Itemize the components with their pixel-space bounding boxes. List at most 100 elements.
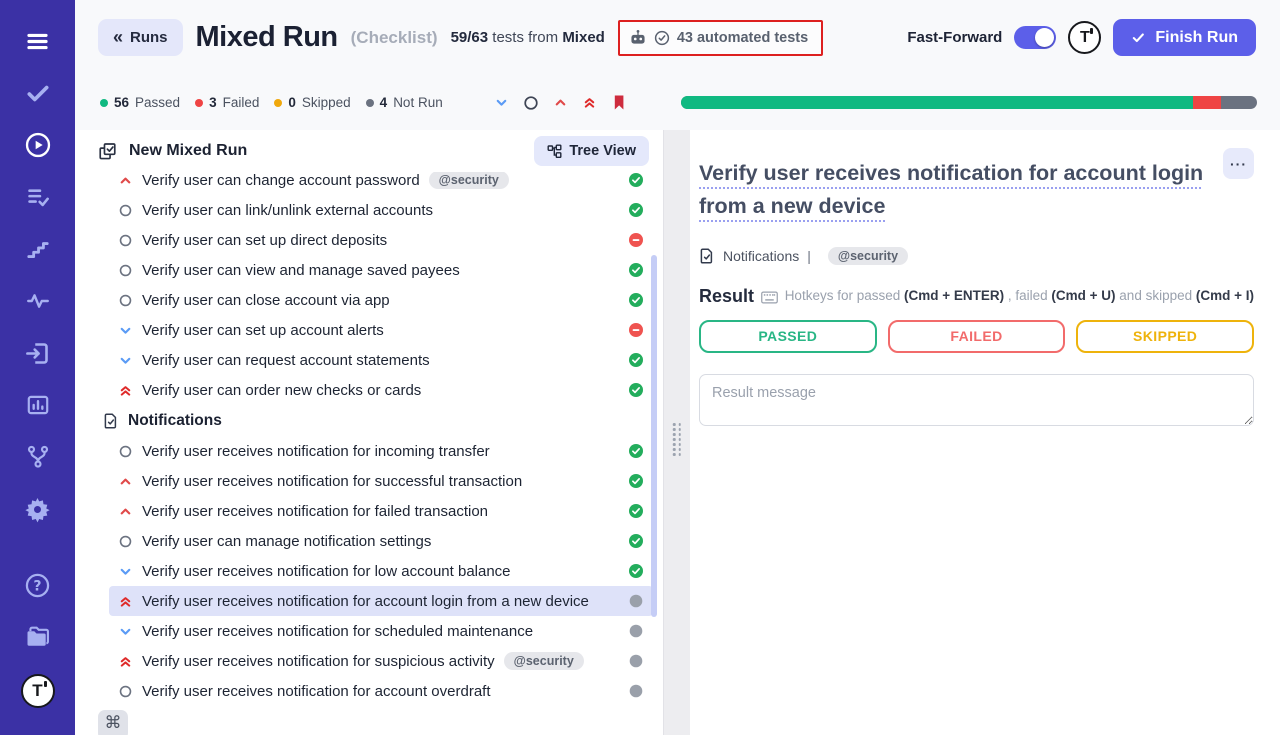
breadcrumb-separator: | xyxy=(807,248,811,264)
test-row[interactable]: Verify user receives notification for su… xyxy=(109,466,653,496)
test-row[interactable]: Verify user receives notification for in… xyxy=(109,436,653,466)
normal-priority-icon xyxy=(118,293,133,308)
import-icon[interactable] xyxy=(23,338,53,368)
normal-priority-icon xyxy=(118,684,133,699)
test-row[interactable]: Verify user can manage notification sett… xyxy=(109,526,653,556)
status-notrun-icon xyxy=(620,653,644,669)
test-row[interactable]: Verify user can view and manage saved pa… xyxy=(109,255,653,285)
app-window: ? T « Runs Mixed Run (Checklist) 59/63 t… xyxy=(0,0,1280,735)
test-row[interactable]: Verify user receives notification for su… xyxy=(109,646,653,676)
fast-forward-toggle[interactable] xyxy=(1014,26,1056,49)
hotkeys-text: Hotkeys for passed (Cmd + ENTER) , faile… xyxy=(785,288,1254,303)
high-priority-icon xyxy=(118,504,133,519)
document-check-icon xyxy=(699,248,715,264)
test-row[interactable]: Verify user receives notification for ac… xyxy=(109,586,653,616)
tree-icon xyxy=(547,144,562,159)
result-message-wrap xyxy=(699,374,1254,431)
menu-icon[interactable] xyxy=(23,26,53,56)
section-row[interactable]: Notifications xyxy=(103,405,663,436)
automated-check-icon xyxy=(654,30,670,46)
test-row[interactable]: Verify user receives notification for fa… xyxy=(109,496,653,526)
bookmark-icon[interactable] xyxy=(611,94,627,111)
steps-icon[interactable] xyxy=(23,234,53,264)
stat-failed: 3Failed xyxy=(195,95,259,110)
back-to-runs-button[interactable]: « Runs xyxy=(98,19,183,56)
test-title: Verify user receives notification for ac… xyxy=(699,157,1223,223)
test-row-title: Verify user can set up direct deposits xyxy=(142,232,387,249)
high-priority-icon xyxy=(118,474,133,489)
double-chevron-up-icon[interactable] xyxy=(582,95,597,110)
test-row[interactable]: Verify user can set up account alerts xyxy=(109,315,653,345)
skipped-button[interactable]: SKIPPED xyxy=(1076,320,1254,353)
list-scrollbar[interactable] xyxy=(651,255,657,617)
failed-button[interactable]: FAILED xyxy=(888,320,1066,353)
logo-icon[interactable]: T xyxy=(21,674,55,708)
result-message-input[interactable] xyxy=(699,374,1254,426)
test-row-title: Verify user receives notification for su… xyxy=(142,473,522,490)
sidebar: ? T xyxy=(0,0,75,735)
finish-run-button[interactable]: Finish Run xyxy=(1113,19,1256,56)
tests-count: 59/63 xyxy=(451,29,489,46)
breadcrumb-section[interactable]: Notifications xyxy=(723,248,799,264)
test-row-title: Verify user can close account via app xyxy=(142,292,390,309)
activity-icon[interactable] xyxy=(23,286,53,316)
automated-tests-badge: 43 automated tests xyxy=(618,20,823,56)
divider-drag-handle[interactable] xyxy=(673,423,682,456)
content-area: New Mixed Run Tree View Verify user can … xyxy=(75,130,1280,735)
run-name: New Mixed Run xyxy=(129,142,247,160)
more-options-button[interactable]: ··· xyxy=(1223,148,1254,179)
stat-passed: 56Passed xyxy=(100,95,180,110)
status-passed-icon xyxy=(620,262,644,278)
result-buttons: PASSED FAILED SKIPPED xyxy=(699,320,1254,353)
back-to-runs-label: Runs xyxy=(130,29,168,46)
document-check-icon xyxy=(103,413,119,429)
test-row[interactable]: Verify user can link/unlink external acc… xyxy=(109,195,653,225)
help-icon[interactable]: ? xyxy=(23,570,53,600)
test-row[interactable]: Verify user can close account via app xyxy=(109,285,653,315)
status-failed-icon xyxy=(620,322,644,338)
test-row[interactable]: Verify user can request account statemen… xyxy=(109,345,653,375)
test-row-title: Verify user receives notification for ac… xyxy=(142,683,491,700)
tree-view-label: Tree View xyxy=(569,143,636,159)
bar-chart-icon[interactable] xyxy=(23,390,53,420)
page-subtitle: (Checklist) xyxy=(351,28,438,48)
section-title: Notifications xyxy=(128,412,222,430)
stats-bar: 56Passed 3Failed 0Skipped 4Not Run xyxy=(75,75,1280,130)
keyboard-icon xyxy=(761,291,778,304)
brand-logo-icon[interactable]: T xyxy=(1068,21,1101,54)
list-check-icon[interactable] xyxy=(23,182,53,212)
security-tag-badge[interactable]: @security xyxy=(828,247,908,265)
tag-badge: @security xyxy=(429,171,509,189)
passed-button[interactable]: PASSED xyxy=(699,320,877,353)
stat-skipped: 0Skipped xyxy=(274,95,350,110)
run-panel-header: New Mixed Run Tree View xyxy=(75,130,663,172)
test-row[interactable]: Verify user can order new checks or card… xyxy=(109,375,653,405)
result-header-row: Result Hotkeys for passed (Cmd + ENTER) … xyxy=(699,286,1254,307)
highest-priority-icon xyxy=(118,594,133,609)
branch-icon[interactable] xyxy=(23,442,53,472)
test-row[interactable]: Verify user receives notification for lo… xyxy=(109,556,653,586)
test-row[interactable]: Verify user can set up direct deposits xyxy=(109,225,653,255)
stat-notrun: 4Not Run xyxy=(366,95,443,110)
topbar-right-group: Fast-Forward T Finish Run xyxy=(907,19,1256,56)
test-row-title: Verify user receives notification for fa… xyxy=(142,503,488,520)
test-row[interactable]: Verify user receives notification for ac… xyxy=(109,676,653,706)
tag-badge: @security xyxy=(504,652,584,670)
chevron-down-icon[interactable] xyxy=(494,95,509,110)
tree-view-button[interactable]: Tree View xyxy=(534,136,649,166)
main-area: « Runs Mixed Run (Checklist) 59/63 tests… xyxy=(75,0,1280,735)
low-priority-icon xyxy=(118,323,133,338)
projects-icon[interactable] xyxy=(23,622,53,652)
test-row-title: Verify user can order new checks or card… xyxy=(142,382,421,399)
notrun-dot-icon xyxy=(366,99,374,107)
check-icon[interactable] xyxy=(23,78,53,108)
test-row[interactable]: Verify user receives notification for sc… xyxy=(109,616,653,646)
play-circle-icon[interactable] xyxy=(23,130,53,160)
low-priority-icon xyxy=(118,624,133,639)
tests-summary: 59/63 tests from Mixed xyxy=(451,29,605,46)
command-shortcut-button[interactable]: ⌘ xyxy=(98,710,128,735)
gear-icon[interactable] xyxy=(23,494,53,524)
circle-icon[interactable] xyxy=(523,95,539,111)
test-row-title: Verify user can view and manage saved pa… xyxy=(142,262,460,279)
chevron-up-icon[interactable] xyxy=(553,95,568,110)
